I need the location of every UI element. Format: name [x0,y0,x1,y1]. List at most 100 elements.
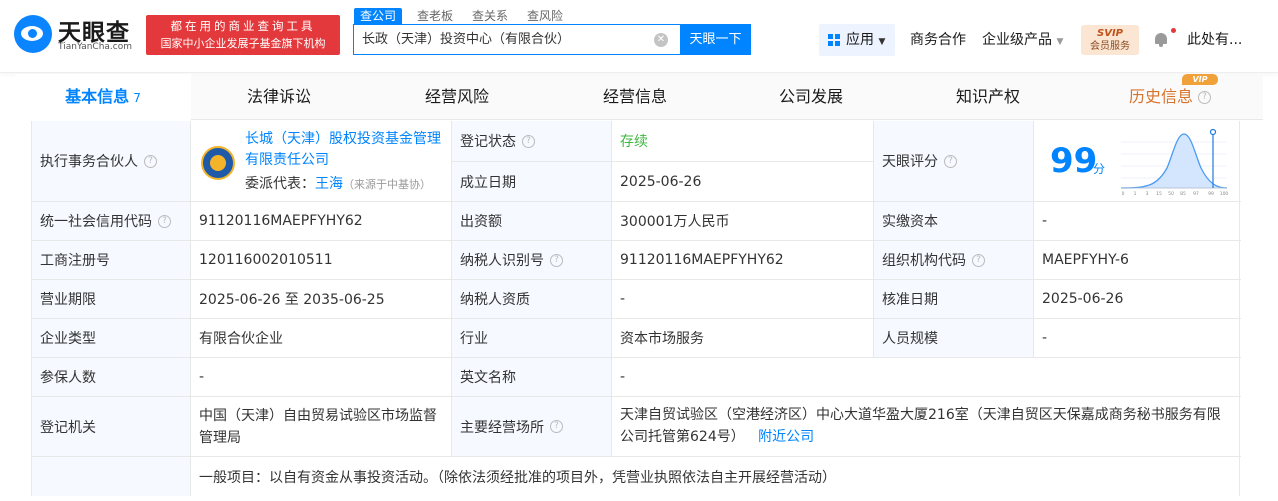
org-code-label: 组织机构代码 [882,253,966,269]
logo-domain: TianYanCha.com [58,42,133,52]
authority-value: 中国（天津）自由贸易试验区市场监督管理局 [191,397,452,457]
address-label: 主要经营场所 [460,419,544,436]
term-value: 2025-06-26 至 2035-06-25 [191,280,452,319]
org-code-value: MAEPFYHY-6 [1034,241,1241,280]
help-icon[interactable]: ? [550,420,563,433]
tab-operation[interactable]: 经营信息 [547,74,723,120]
tax-id-label: 纳税人识别号 [460,253,544,269]
reg-no-value: 120116002010511 [191,241,452,280]
reg-status-label-cell: 登记状态? [452,121,612,162]
help-icon[interactable]: ? [972,253,985,267]
search-tab-boss[interactable]: 查老板 [411,8,459,24]
credit-code-label-cell: 统一社会信用代码? [32,202,191,241]
help-icon[interactable]: ? [144,154,157,168]
eye-logo-icon [14,15,52,53]
partner-name-link[interactable]: 长城（天津）股权投资基金管理有限责任公司 [245,129,445,171]
score-distribution-chart: 0 1 3 15 50 85 97 99 100 [1120,128,1229,197]
insured-value: - [191,358,452,397]
staff-label: 人员规模 [874,319,1034,358]
score-tick: 3 [1146,191,1149,197]
tab-basic-info-label: 基本信息 [65,87,130,106]
help-icon[interactable]: ? [944,154,957,168]
help-icon[interactable]: ? [550,253,563,267]
slogan-line2: 国家中小企业发展子基金旗下机构 [160,37,326,50]
reg-status-value: 存续 [612,121,874,162]
credit-code-label: 统一社会信用代码 [40,214,152,230]
nav-business[interactable]: 商务合作 [910,24,966,56]
nav-apps-menu[interactable]: 应用 ▼ [819,24,895,56]
insured-label: 参保人数 [32,358,191,397]
en-name-label: 英文名称 [452,358,612,397]
nearby-companies-link[interactable]: 附近公司 [758,429,814,445]
credit-code-value: 91120116MAEPFYHY62 [191,202,452,241]
search-tab-risk[interactable]: 查风险 [521,8,569,24]
tab-basic-info[interactable]: 基本信息 7 [15,74,191,120]
search-input-value[interactable]: 长政（天津）投资中心（有限合伙） [362,25,570,54]
found-date-label: 成立日期 [452,162,612,202]
staff-value: - [1034,319,1241,358]
score-tick: 97 [1193,191,1199,197]
top-header: 天眼查 TianYanCha.com 都在用的商业查询工具 国家中小企业发展子基… [0,0,1278,73]
svip-badge-title: SVIP [1097,28,1123,39]
scope-label-cell [32,457,191,496]
rep-label: 委派代表： [245,176,315,192]
capital-label: 出资额 [452,202,612,241]
tab-ip[interactable]: 知识产权 [899,74,1077,120]
help-icon: ? [1198,91,1212,104]
type-label: 企业类型 [32,319,191,358]
address-value: 天津自贸试验区（空港经济区）中心大道华盈大厦216室（天津自贸区天保嘉成商务秘书… [620,407,1221,445]
score-tick: 0 [1122,191,1125,197]
partner-rep: 委派代表：王海（来源于中基协） [245,174,431,195]
notification-dot [1171,28,1176,33]
search-input[interactable]: 长政（天津）投资中心（有限合伙） ✕ [353,24,681,55]
found-date-value: 2025-06-26 [612,162,874,202]
tax-id-value: 91120116MAEPFYHY62 [612,241,874,280]
scope-value: 一般项目：以自有资金从事投资活动。（除依法须经批准的项目外，凭营业执照依法自主开… [199,469,836,486]
tax-qual-label: 纳税人资质 [452,280,612,319]
score-tick: 99 [1208,191,1214,197]
slogan-line1: 都在用的商业查询工具 [170,19,316,33]
en-name-value: - [612,358,1241,397]
help-icon[interactable]: ? [522,134,535,148]
score-label: 天眼评分 [882,154,938,170]
tab-history[interactable]: 历史信息 ? [1077,74,1263,120]
org-code-label-cell: 组织机构代码? [874,241,1034,280]
vip-tag: VIP [1182,74,1218,85]
type-value: 有限合伙企业 [191,319,452,358]
address-cell: 天津自贸试验区（空港经济区）中心大道华盈大厦216室（天津自贸区天保嘉成商务秘书… [612,397,1241,457]
score-tick: 1 [1134,191,1137,197]
capital-value: 300001万人民币 [612,202,874,241]
score-unit: 分 [1093,162,1106,176]
tab-risk[interactable]: 经营风险 [367,74,547,120]
partner-company-logo [201,146,235,180]
tab-development[interactable]: 公司发展 [723,74,899,120]
slogan-banner: 都在用的商业查询工具 国家中小企业发展子基金旗下机构 [146,15,340,55]
caret-down-icon: ▼ [1056,37,1064,47]
tab-history-label: 历史信息 [1128,87,1193,106]
score-chart-marker-dot [1209,128,1217,136]
score-tick: 15 [1156,191,1162,197]
reg-status-label: 登记状态 [460,134,516,150]
nav-enterprise-menu[interactable]: 企业级产品 ▼ [982,24,1063,58]
score-chart-ticks: 0 1 3 15 50 85 97 99 100 [1122,191,1229,197]
score-tick: 50 [1168,191,1174,197]
search-tab-company[interactable]: 查公司 [354,8,403,24]
reg-no-label: 工商注册号 [32,241,191,280]
bell-icon[interactable] [1154,32,1168,47]
search-button[interactable]: 天眼一下 [680,24,751,55]
tab-legal[interactable]: 法律诉讼 [191,74,367,120]
nav-apps-label: 应用 [846,32,874,48]
score-tick: 85 [1180,191,1186,197]
clear-icon[interactable]: ✕ [654,33,668,47]
help-icon[interactable]: ? [158,214,171,228]
rep-name-link[interactable]: 王海 [315,176,343,192]
svip-badge[interactable]: SVIP 会员服务 [1081,25,1139,55]
score-value: 99 [1050,141,1098,181]
user-menu[interactable]: 此处有... [1187,24,1242,56]
search-tab-relation[interactable]: 查关系 [466,8,514,24]
score-label-cell: 天眼评分? [874,121,1034,202]
term-label: 营业期限 [32,280,191,319]
tax-qual-value: - [612,280,874,319]
site-logo[interactable]: 天眼查 TianYanCha.com [14,13,140,55]
svip-badge-label: 会员服务 [1090,41,1130,52]
